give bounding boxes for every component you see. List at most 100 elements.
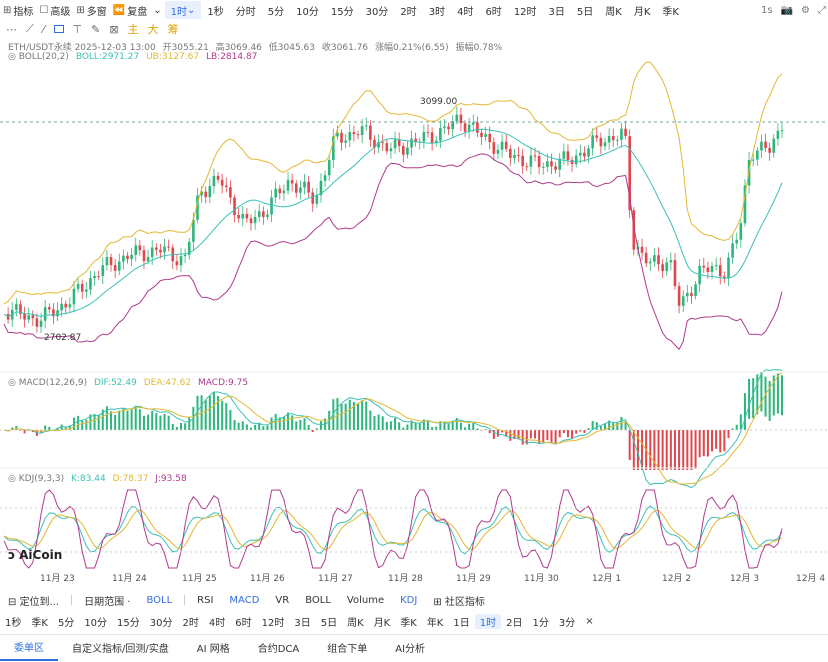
- price-chart[interactable]: 3099.00 2702.87 11月 23 11月 24 11月 25 11月 26…: [0, 0, 828, 588]
- candle-body: [578, 152, 582, 156]
- bottom-tf-13[interactable]: 月K: [369, 614, 396, 629]
- macd-bar: [180, 423, 183, 430]
- bottom-tf-15[interactable]: 年K: [422, 614, 449, 629]
- bottom-tf-7[interactable]: 4时: [204, 614, 230, 629]
- macd-bar: [723, 430, 726, 452]
- bottom-tf-4[interactable]: 15分: [112, 614, 145, 629]
- bottom-tf-1[interactable]: 季K: [26, 614, 53, 629]
- macd-bar: [657, 430, 660, 470]
- indicator-kdj[interactable]: KDJ: [392, 595, 425, 606]
- macd-bar: [538, 430, 541, 445]
- date-range-button[interactable]: 日期范围 ·: [76, 593, 138, 608]
- candle-body: [583, 152, 586, 157]
- candle-body: [430, 132, 434, 143]
- tab-2[interactable]: AI 网格: [183, 635, 244, 661]
- bottom-tf-19[interactable]: 1分: [528, 614, 554, 629]
- candle-body: [64, 303, 68, 308]
- candle-body: [155, 247, 158, 250]
- bottom-tf-0[interactable]: 1秒: [0, 614, 26, 629]
- indicator-volume[interactable]: Volume: [339, 595, 392, 606]
- bottom-tf-12[interactable]: 周K: [342, 614, 369, 629]
- candle-body: [463, 123, 467, 132]
- macd-bar: [468, 423, 471, 430]
- macd-bar: [204, 399, 207, 430]
- macd-bar: [628, 430, 631, 461]
- bottom-tf-11[interactable]: 5日: [316, 614, 342, 629]
- bottom-tf-5[interactable]: 30分: [145, 614, 178, 629]
- bottom-tf-2[interactable]: 5分: [53, 614, 79, 629]
- candle-body: [529, 155, 533, 167]
- macd-bar: [118, 410, 121, 430]
- macd-bar: [319, 421, 322, 430]
- macd-bar: [686, 430, 689, 470]
- indicator-vr[interactable]: VR: [267, 595, 297, 606]
- locate-button[interactable]: ⊟ 定位到...: [0, 593, 67, 608]
- bottom-tf-3[interactable]: 10分: [79, 614, 112, 629]
- macd-bar: [188, 417, 191, 430]
- macd-bar: [669, 430, 672, 470]
- bottom-tf-16[interactable]: 1日: [448, 614, 474, 629]
- bottom-tf-17[interactable]: 1时: [474, 613, 502, 629]
- candle-body: [401, 145, 405, 155]
- bottom-tf-10[interactable]: 3日: [289, 614, 315, 629]
- macd-bar: [122, 408, 125, 430]
- candle-body: [665, 262, 669, 272]
- tab-1[interactable]: 自定义指标/回测/实盘: [58, 635, 183, 661]
- indicator-rsi[interactable]: RSI: [189, 595, 221, 606]
- bottom-tf-8[interactable]: 6时: [230, 614, 256, 629]
- macd-bar: [595, 422, 598, 430]
- macd-bar: [303, 418, 306, 430]
- tab-0[interactable]: 委单区: [0, 635, 58, 661]
- macd-bar: [340, 404, 343, 430]
- community-indicator-button[interactable]: ⊞ 社区指标: [425, 593, 493, 608]
- bottom-tf-18[interactable]: 2日: [501, 614, 527, 629]
- candle-body: [290, 180, 294, 184]
- macd-bar: [715, 430, 718, 449]
- macd-bar: [694, 430, 697, 469]
- candle-body: [80, 284, 84, 292]
- indicator-macd[interactable]: MACD: [221, 595, 267, 606]
- macd-bar: [237, 422, 240, 430]
- candle-body: [521, 155, 524, 167]
- candle-body: [286, 180, 290, 191]
- indicator-boll-main[interactable]: BOLL: [138, 595, 180, 606]
- candle-body: [307, 181, 310, 193]
- candle-body: [599, 137, 603, 147]
- bottom-tf-14[interactable]: 季K: [395, 614, 422, 629]
- candle-body: [323, 175, 327, 181]
- macd-bar: [295, 421, 298, 430]
- candle-body: [669, 260, 673, 263]
- candle-body: [229, 187, 232, 198]
- macd-bar: [760, 371, 763, 412]
- candle-body: [447, 126, 450, 130]
- candle-body: [175, 261, 179, 266]
- bottom-tf-6[interactable]: 2时: [178, 614, 204, 629]
- candle-body: [122, 255, 125, 262]
- tab-5[interactable]: AI分析: [381, 635, 439, 661]
- candle-body: [410, 138, 413, 148]
- candle-body: [406, 147, 409, 155]
- bottom-tf-9[interactable]: 12时: [257, 614, 290, 629]
- macd-bar: [266, 425, 269, 430]
- indicator-boll[interactable]: BOLL: [297, 595, 339, 606]
- macd-bar: [287, 412, 290, 430]
- date-tick: 11月 30: [524, 573, 559, 584]
- candle-body: [509, 148, 512, 159]
- candle-body: [764, 141, 767, 149]
- candle-body: [241, 213, 245, 219]
- candle-body: [385, 143, 389, 152]
- candle-body: [282, 190, 286, 194]
- candle-body: [249, 218, 253, 224]
- macd-bar: [389, 421, 392, 430]
- candle-body: [381, 142, 385, 144]
- macd-bar: [155, 413, 158, 430]
- candle-body: [517, 154, 520, 156]
- tab-3[interactable]: 合约DCA: [244, 635, 314, 661]
- close-icon[interactable]: ×: [580, 616, 598, 627]
- bottom-tf-20[interactable]: 3分: [554, 614, 580, 629]
- macd-bar: [142, 415, 145, 430]
- tab-4[interactable]: 组合下单: [313, 635, 381, 661]
- candle-body: [224, 185, 228, 188]
- candle-body: [117, 261, 121, 271]
- macd-bar: [743, 393, 746, 430]
